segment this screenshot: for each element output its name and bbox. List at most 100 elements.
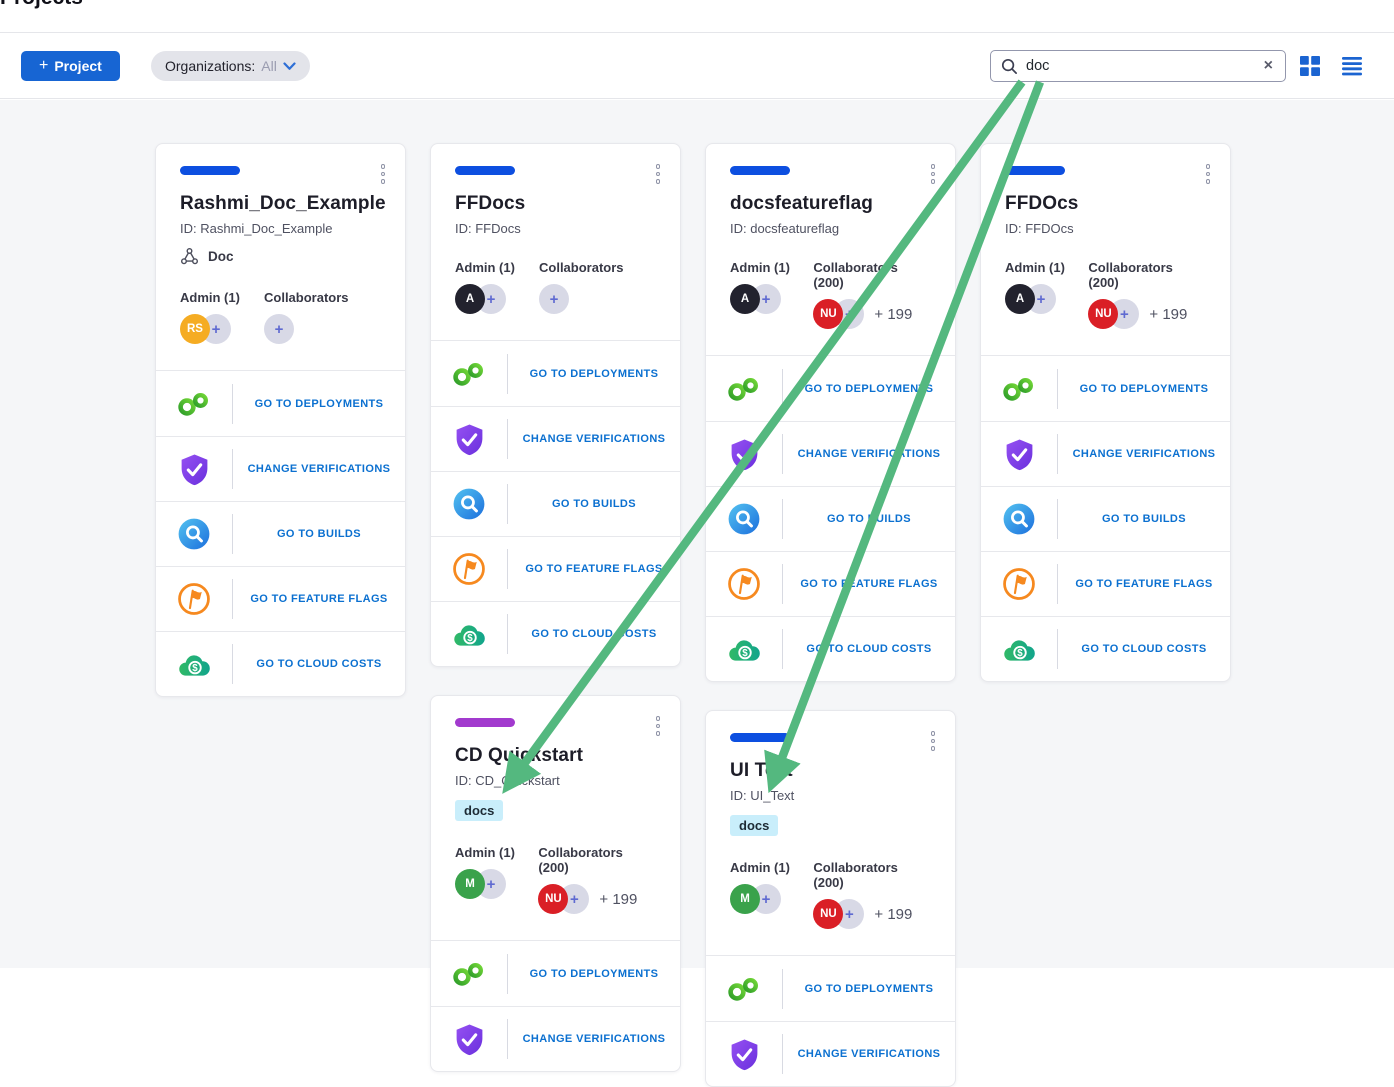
page-title: Projects (0, 0, 83, 10)
cloud-costs-icon (727, 636, 762, 663)
admin-avatar[interactable]: M (730, 884, 760, 914)
change-verifications-link[interactable]: CHANGE VERIFICATIONS (431, 406, 680, 471)
project-title: UI Text (730, 760, 931, 782)
card-menu-button[interactable] (927, 727, 940, 755)
admin-label: Admin (1) (730, 260, 813, 275)
go-to-deployments-link[interactable]: GO TO DEPLOYMENTS (706, 956, 955, 1021)
collaborators-label: Collaborators (200) (813, 260, 931, 290)
project-color-bar (180, 166, 240, 175)
builds-icon (727, 502, 761, 536)
verifications-shield-icon (1003, 438, 1036, 471)
go-to-feature-flags-link[interactable]: GO TO FEATURE FLAGS (981, 551, 1230, 616)
project-color-bar (455, 718, 515, 727)
go-to-deployments-link[interactable]: GO TO DEPLOYMENTS (981, 356, 1230, 421)
admin-avatar[interactable]: A (730, 284, 760, 314)
collaborators-label: Collaborators (539, 260, 624, 275)
go-to-deployments-link[interactable]: GO TO DEPLOYMENTS (706, 356, 955, 421)
card-menu-button[interactable] (927, 160, 940, 188)
grid-view-button[interactable] (1300, 56, 1320, 76)
new-project-button[interactable]: + Project (21, 51, 120, 81)
cloud-costs-icon (177, 651, 212, 678)
go-to-feature-flags-link[interactable]: GO TO FEATURE FLAGS (706, 551, 955, 616)
search-icon (1001, 58, 1018, 75)
change-verifications-link[interactable]: CHANGE VERIFICATIONS (431, 1006, 680, 1071)
chevron-down-icon (283, 62, 296, 71)
project-title: docsfeatureflag (730, 193, 931, 215)
add-collaborator-button[interactable]: + (539, 284, 569, 314)
go-to-cloud-costs-link[interactable]: GO TO CLOUD COSTS (156, 631, 405, 696)
go-to-deployments-link[interactable]: GO TO DEPLOYMENTS (156, 371, 405, 436)
cloud-costs-icon (452, 621, 487, 648)
admin-avatar[interactable]: A (1005, 284, 1035, 314)
clear-search-button[interactable]: × (1262, 58, 1275, 74)
card-menu-button[interactable] (1202, 160, 1215, 188)
project-id: ID: FFDOcs (1005, 221, 1206, 236)
organizations-filter-value: All (261, 58, 277, 74)
go-to-deployments-link[interactable]: GO TO DEPLOYMENTS (431, 341, 680, 406)
project-color-bar (730, 166, 790, 175)
project-card-ffdocs-2: FFDOcs ID: FFDOcs Admin (1) A + Collabor… (980, 143, 1231, 682)
deployments-icon (451, 361, 487, 387)
card-menu-button[interactable] (652, 712, 665, 740)
feature-flags-icon (452, 552, 486, 586)
project-card-rashmi-doc-example: Rashmi_Doc_Example ID: Rashmi_Doc_Exampl… (155, 143, 406, 697)
go-to-cloud-costs-link[interactable]: GO TO CLOUD COSTS (981, 616, 1230, 681)
project-card-ui-text: UI Text ID: UI_Text docs Admin (1) M + C (705, 710, 956, 1087)
add-collaborator-button[interactable]: + (264, 314, 294, 344)
deployments-icon (726, 376, 762, 402)
admin-avatar[interactable]: A (455, 284, 485, 314)
organizations-filter-dropdown[interactable]: Organizations: All (151, 51, 310, 81)
project-title: FFDOcs (1005, 193, 1206, 215)
go-to-cloud-costs-link[interactable]: GO TO CLOUD COSTS (431, 601, 680, 666)
verifications-shield-icon (453, 423, 486, 456)
project-title: Rashmi_Doc_Example (180, 193, 381, 215)
go-to-feature-flags-link[interactable]: GO TO FEATURE FLAGS (431, 536, 680, 601)
collaborators-overflow-count: + 199 (599, 891, 637, 908)
admin-avatar[interactable]: RS (180, 314, 210, 344)
project-id: ID: docsfeatureflag (730, 221, 931, 236)
project-color-bar (730, 733, 790, 742)
change-verifications-link[interactable]: CHANGE VERIFICATIONS (706, 1021, 955, 1086)
admin-label: Admin (1) (1005, 260, 1088, 275)
verifications-shield-icon (728, 438, 761, 471)
deployments-icon (726, 976, 762, 1002)
collaborators-overflow-count: + 199 (874, 906, 912, 923)
change-verifications-link[interactable]: CHANGE VERIFICATIONS (706, 421, 955, 486)
change-verifications-link[interactable]: CHANGE VERIFICATIONS (981, 421, 1230, 486)
project-card-cd-quickstart: CD Quickstart ID: CD_Quickstart docs Adm… (430, 695, 681, 1072)
new-project-label: Project (54, 58, 101, 74)
organization-icon (180, 247, 199, 266)
go-to-builds-link[interactable]: GO TO BUILDS (706, 486, 955, 551)
change-verifications-link[interactable]: CHANGE VERIFICATIONS (156, 436, 405, 501)
admin-avatar[interactable]: M (455, 869, 485, 899)
cloud-costs-icon (1002, 636, 1037, 663)
list-view-button[interactable] (1342, 57, 1362, 76)
search-input[interactable] (1026, 58, 1254, 74)
verifications-shield-icon (178, 453, 211, 486)
organization-name: Doc (208, 249, 234, 264)
project-card-ffdocs: FFDocs ID: FFDocs Admin (1) A + Collabor… (430, 143, 681, 667)
collaborators-label: Collaborators (264, 290, 349, 305)
go-to-builds-link[interactable]: GO TO BUILDS (431, 471, 680, 536)
verifications-shield-icon (728, 1038, 761, 1071)
go-to-builds-link[interactable]: GO TO BUILDS (981, 486, 1230, 551)
go-to-deployments-link[interactable]: GO TO DEPLOYMENTS (431, 941, 680, 1006)
builds-icon (177, 517, 211, 551)
collaborators-overflow-count: + 199 (1149, 306, 1187, 323)
go-to-feature-flags-link[interactable]: GO TO FEATURE FLAGS (156, 566, 405, 631)
project-card-docsfeatureflag: docsfeatureflag ID: docsfeatureflag Admi… (705, 143, 956, 682)
verifications-shield-icon (453, 1023, 486, 1056)
admin-label: Admin (1) (730, 860, 813, 875)
toolbar: + Project Organizations: All × (0, 33, 1394, 99)
project-title: CD Quickstart (455, 745, 656, 767)
admin-label: Admin (1) (180, 290, 264, 305)
go-to-builds-link[interactable]: GO TO BUILDS (156, 501, 405, 566)
projects-grid-area: Rashmi_Doc_Example ID: Rashmi_Doc_Exampl… (0, 100, 1394, 968)
admin-label: Admin (1) (455, 845, 538, 860)
collaborators-label: Collaborators (200) (538, 845, 656, 875)
go-to-cloud-costs-link[interactable]: GO TO CLOUD COSTS (706, 616, 955, 681)
builds-icon (1002, 502, 1036, 536)
card-menu-button[interactable] (652, 160, 665, 188)
feature-flags-icon (727, 567, 761, 601)
card-menu-button[interactable] (377, 160, 390, 188)
